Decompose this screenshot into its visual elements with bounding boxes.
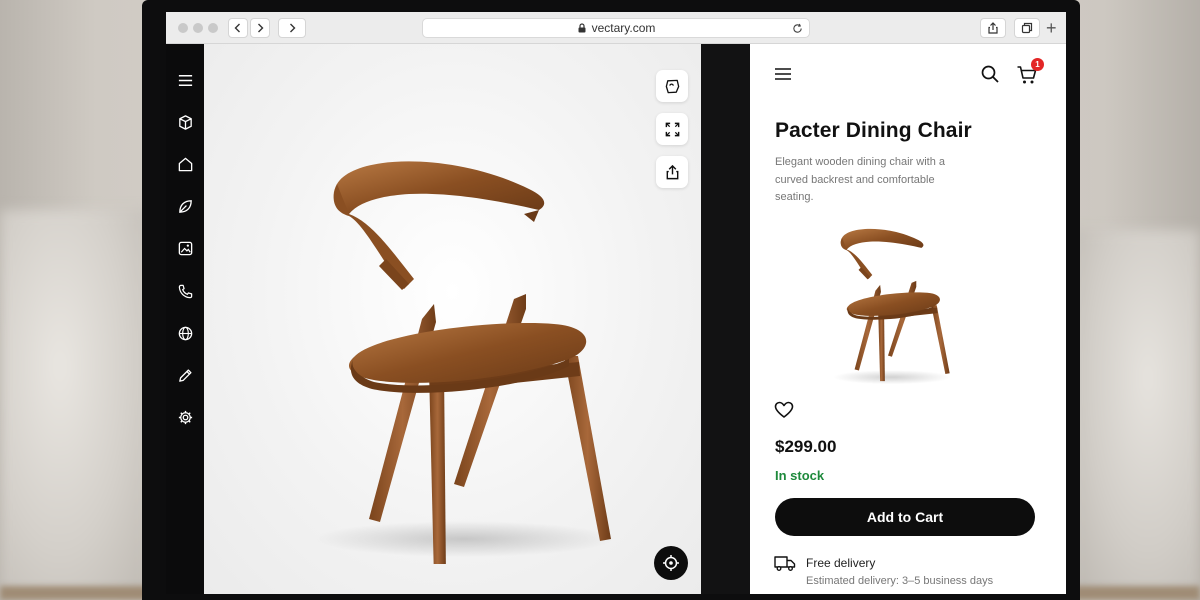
truck-icon <box>774 556 796 571</box>
new-tab-button[interactable]: + <box>1046 18 1057 38</box>
product-price: $299.00 <box>775 437 837 456</box>
add-to-cart-button[interactable]: Add to Cart <box>775 498 1035 536</box>
sidebar-item-3d[interactable] <box>175 112 195 132</box>
background-sofa-right <box>1070 230 1200 600</box>
3d-viewer[interactable] <box>204 44 701 594</box>
share-button[interactable] <box>656 156 688 188</box>
cube-icon <box>178 114 192 130</box>
ar-icon <box>665 79 679 93</box>
wishlist-heart-icon[interactable] <box>774 400 794 420</box>
tabs-icon <box>1021 22 1033 34</box>
search-icon[interactable] <box>980 64 1000 84</box>
window-zoom-dot[interactable] <box>208 23 218 33</box>
product-thumbnail[interactable] <box>818 222 958 387</box>
crosshair-icon <box>663 555 679 571</box>
recenter-button[interactable] <box>654 546 688 580</box>
laptop-screen: vectary.com + 1 Pacter Dining Chair Eleg… <box>166 12 1066 594</box>
chevron-right-icon <box>290 23 296 33</box>
chevron-right-icon <box>258 23 264 33</box>
sidebar-toggle-button[interactable] <box>278 18 306 38</box>
pencil-icon <box>178 368 192 382</box>
sidebar-item-contact[interactable] <box>175 281 195 301</box>
fullscreen-button[interactable] <box>656 113 688 145</box>
image-icon <box>178 241 192 255</box>
ar-view-button[interactable] <box>656 70 688 102</box>
app-sidebar <box>166 44 204 594</box>
sidebar-item-images[interactable] <box>175 238 195 258</box>
browser-toolbar: vectary.com + <box>166 12 1066 44</box>
background-sofa-left <box>0 210 150 600</box>
address-bar[interactable]: vectary.com <box>422 18 810 38</box>
sidebar-item-settings[interactable] <box>175 407 195 427</box>
globe-icon <box>178 326 192 340</box>
leaf-icon <box>178 199 192 213</box>
window-minimize-dot[interactable] <box>193 23 203 33</box>
menu-icon[interactable] <box>774 65 792 83</box>
menu-button[interactable] <box>175 70 195 90</box>
product-panel: 1 Pacter Dining Chair Elegant wooden din… <box>750 44 1066 594</box>
forward-button[interactable] <box>250 18 270 38</box>
menu-icon <box>178 74 192 86</box>
sidebar-item-web[interactable] <box>175 323 195 343</box>
reload-icon[interactable] <box>792 23 803 34</box>
sidebar-item-home[interactable] <box>175 154 195 174</box>
home-icon <box>178 157 192 171</box>
fullscreen-icon <box>665 122 679 136</box>
delivery-title: Free delivery <box>806 556 876 570</box>
settings-icon <box>178 410 192 424</box>
window-close-dot[interactable] <box>178 23 188 33</box>
phone-icon <box>178 284 192 298</box>
panel-divider <box>701 44 750 594</box>
back-button[interactable] <box>228 18 248 38</box>
lock-icon <box>578 23 586 33</box>
cart-count-badge: 1 <box>1031 58 1044 71</box>
chevron-left-icon <box>234 23 240 33</box>
sidebar-item-materials[interactable] <box>175 196 195 216</box>
sidebar-item-edit[interactable] <box>175 365 195 385</box>
delivery-estimate: Estimated delivery: 3–5 business days <box>806 575 994 587</box>
stock-status: In stock <box>775 468 825 483</box>
tabs-overview-button[interactable] <box>1014 18 1040 38</box>
share-icon <box>666 164 678 179</box>
share-icon <box>988 22 998 34</box>
chair-3d-model[interactable] <box>294 144 614 564</box>
url-text: vectary.com <box>591 21 656 35</box>
product-title: Pacter Dining Chair <box>775 119 972 142</box>
product-description: Elegant wooden dining chair with a curve… <box>775 156 946 203</box>
browser-share-button[interactable] <box>980 18 1006 38</box>
